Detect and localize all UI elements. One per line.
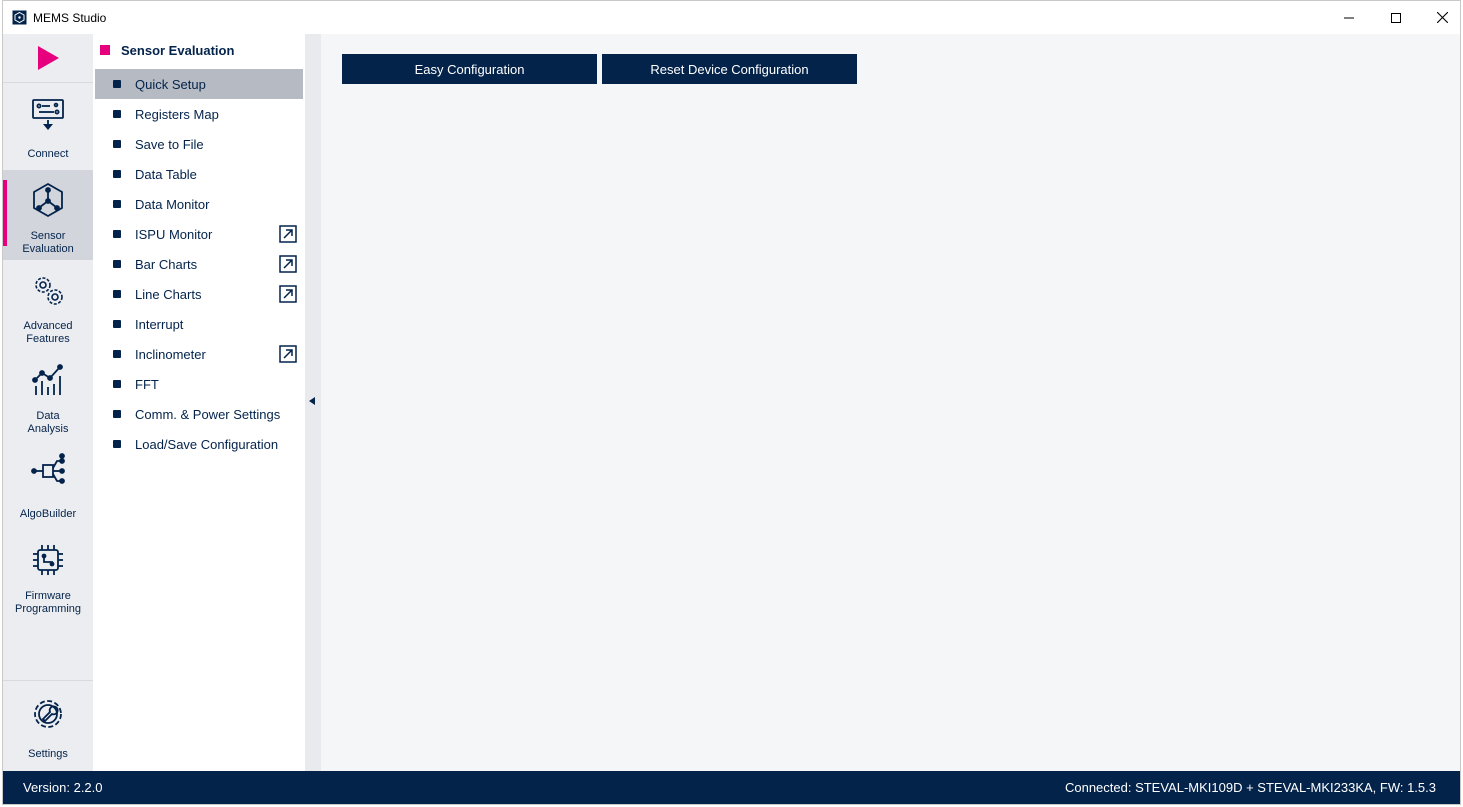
rail-item-data-analysis[interactable]: Data Analysis bbox=[3, 350, 93, 440]
section-marker bbox=[100, 45, 110, 55]
panel-title: Sensor Evaluation bbox=[121, 42, 235, 58]
menu-item-ispu-monitor[interactable]: ISPU Monitor bbox=[95, 219, 303, 249]
chip-icon bbox=[33, 545, 63, 575]
menu-item-label: Interrupt bbox=[135, 317, 184, 332]
connection-status: Connected: STEVAL-MKI109D + STEVAL-MKI23… bbox=[1064, 780, 1436, 795]
bullet-icon bbox=[113, 440, 121, 448]
menu-item-data-table[interactable]: Data Table bbox=[95, 159, 303, 189]
menu-item-label: FFT bbox=[135, 377, 159, 392]
play-icon bbox=[38, 46, 59, 70]
menu-item-label: Save to File bbox=[135, 137, 204, 152]
bullet-icon bbox=[113, 320, 121, 328]
chart-analysis-icon bbox=[32, 364, 63, 395]
window-title: MEMS Studio bbox=[33, 11, 107, 25]
bullet-icon bbox=[113, 350, 121, 358]
bullet-icon bbox=[113, 380, 121, 388]
navigation-rail: Connect Sensor Evaluation Advanced Feature… bbox=[3, 34, 93, 771]
settings-gear-icon bbox=[34, 700, 62, 728]
collapse-arrow-icon bbox=[309, 397, 315, 405]
rail-item-advanced-features[interactable]: Advanced Features bbox=[3, 260, 93, 350]
menu-item-inclinometer[interactable]: Inclinometer bbox=[95, 339, 303, 369]
bullet-icon bbox=[113, 290, 121, 298]
panel-collapse-handle[interactable] bbox=[305, 34, 321, 771]
run-button[interactable] bbox=[3, 34, 93, 82]
rail-label: Advanced Features bbox=[23, 320, 73, 345]
reset-device-configuration-button[interactable]: Reset Device Configuration bbox=[602, 54, 857, 84]
menu-item-label: Bar Charts bbox=[135, 257, 198, 272]
menu-item-bar-charts[interactable]: Bar Charts bbox=[95, 249, 303, 279]
rail-label: AlgoBuilder bbox=[19, 508, 77, 520]
menu-item-interrupt[interactable]: Interrupt bbox=[95, 309, 303, 339]
app-window: MEMS Studio Connect Sensor Evaluation Ad… bbox=[2, 0, 1461, 805]
rail-item-settings[interactable]: Settings bbox=[3, 684, 93, 774]
easy-configuration-button[interactable]: Easy Configuration bbox=[342, 54, 597, 84]
rail-label: Data Analysis bbox=[27, 410, 69, 435]
menu-item-label: Data Monitor bbox=[135, 197, 210, 212]
bullet-icon bbox=[113, 170, 121, 178]
rail-item-firmware-programming[interactable]: Firmware Programming bbox=[3, 530, 93, 620]
bullet-icon bbox=[113, 80, 121, 88]
menu-item-label: Registers Map bbox=[135, 107, 219, 122]
rail-label: Settings bbox=[28, 748, 68, 760]
bullet-icon bbox=[113, 230, 121, 238]
main-content: Easy Configuration Reset Device Configur… bbox=[321, 34, 1460, 771]
popout-window-icon[interactable] bbox=[279, 285, 297, 303]
version-label: Version: 2.2.0 bbox=[23, 780, 103, 795]
rail-label: Sensor Evaluation bbox=[22, 230, 74, 255]
sensor-cube-icon bbox=[33, 182, 63, 218]
close-icon bbox=[1436, 12, 1448, 23]
maximize-button[interactable] bbox=[1373, 1, 1419, 34]
rail-label: Firmware Programming bbox=[14, 590, 82, 615]
menu-item-label: Load/Save Configuration bbox=[135, 437, 279, 452]
minimize-icon bbox=[1344, 17, 1354, 18]
menu-item-data-monitor[interactable]: Data Monitor bbox=[95, 189, 303, 219]
bullet-icon bbox=[113, 110, 121, 118]
rail-divider bbox=[3, 680, 93, 681]
bullet-icon bbox=[113, 260, 121, 268]
menu-item-quick-setup[interactable]: Quick Setup bbox=[95, 69, 303, 99]
bullet-icon bbox=[113, 410, 121, 418]
connect-board-icon bbox=[32, 99, 64, 130]
maximize-icon bbox=[1391, 12, 1401, 23]
bullet-icon bbox=[113, 140, 121, 148]
rail-item-algobuilder[interactable]: AlgoBuilder bbox=[3, 440, 93, 530]
title-bar[interactable]: MEMS Studio bbox=[3, 1, 1460, 34]
menu-item-label: Line Charts bbox=[135, 287, 202, 302]
rail-divider bbox=[3, 82, 93, 83]
menu-item-label: ISPU Monitor bbox=[135, 227, 213, 242]
bullet-icon bbox=[113, 200, 121, 208]
rail-label: Connect bbox=[27, 148, 69, 160]
popout-window-icon[interactable] bbox=[279, 255, 297, 273]
panel-header: Sensor Evaluation bbox=[100, 42, 234, 58]
menu-item-line-charts[interactable]: Line Charts bbox=[95, 279, 303, 309]
rail-item-connect[interactable]: Connect bbox=[3, 84, 93, 174]
rail-item-sensor-evaluation[interactable]: Sensor Evaluation bbox=[3, 170, 93, 260]
app-logo-icon bbox=[12, 10, 27, 25]
popout-window-icon[interactable] bbox=[279, 225, 297, 243]
close-button[interactable] bbox=[1419, 1, 1463, 34]
menu-item-label: Comm. & Power Settings bbox=[135, 407, 281, 422]
menu-item-label: Inclinometer bbox=[135, 347, 206, 362]
minimize-button[interactable] bbox=[1326, 1, 1372, 34]
menu-item-label: Quick Setup bbox=[135, 77, 206, 92]
menu-item-fft[interactable]: FFT bbox=[95, 369, 303, 399]
gears-icon bbox=[35, 277, 63, 305]
status-bar: Version: 2.2.0 Connected: STEVAL-MKI109D… bbox=[3, 771, 1460, 804]
flow-graph-icon bbox=[31, 453, 65, 484]
menu-item-label: Data Table bbox=[135, 167, 197, 182]
menu-item-save-to-file[interactable]: Save to File bbox=[95, 129, 303, 159]
menu-item-load-save-configuration[interactable]: Load/Save Configuration bbox=[95, 429, 303, 459]
popout-window-icon[interactable] bbox=[279, 345, 297, 363]
menu-item-comm-power-settings[interactable]: Comm. & Power Settings bbox=[95, 399, 303, 429]
feature-panel: Sensor Evaluation Quick Setup Registers … bbox=[93, 34, 305, 771]
menu-item-registers-map[interactable]: Registers Map bbox=[95, 99, 303, 129]
